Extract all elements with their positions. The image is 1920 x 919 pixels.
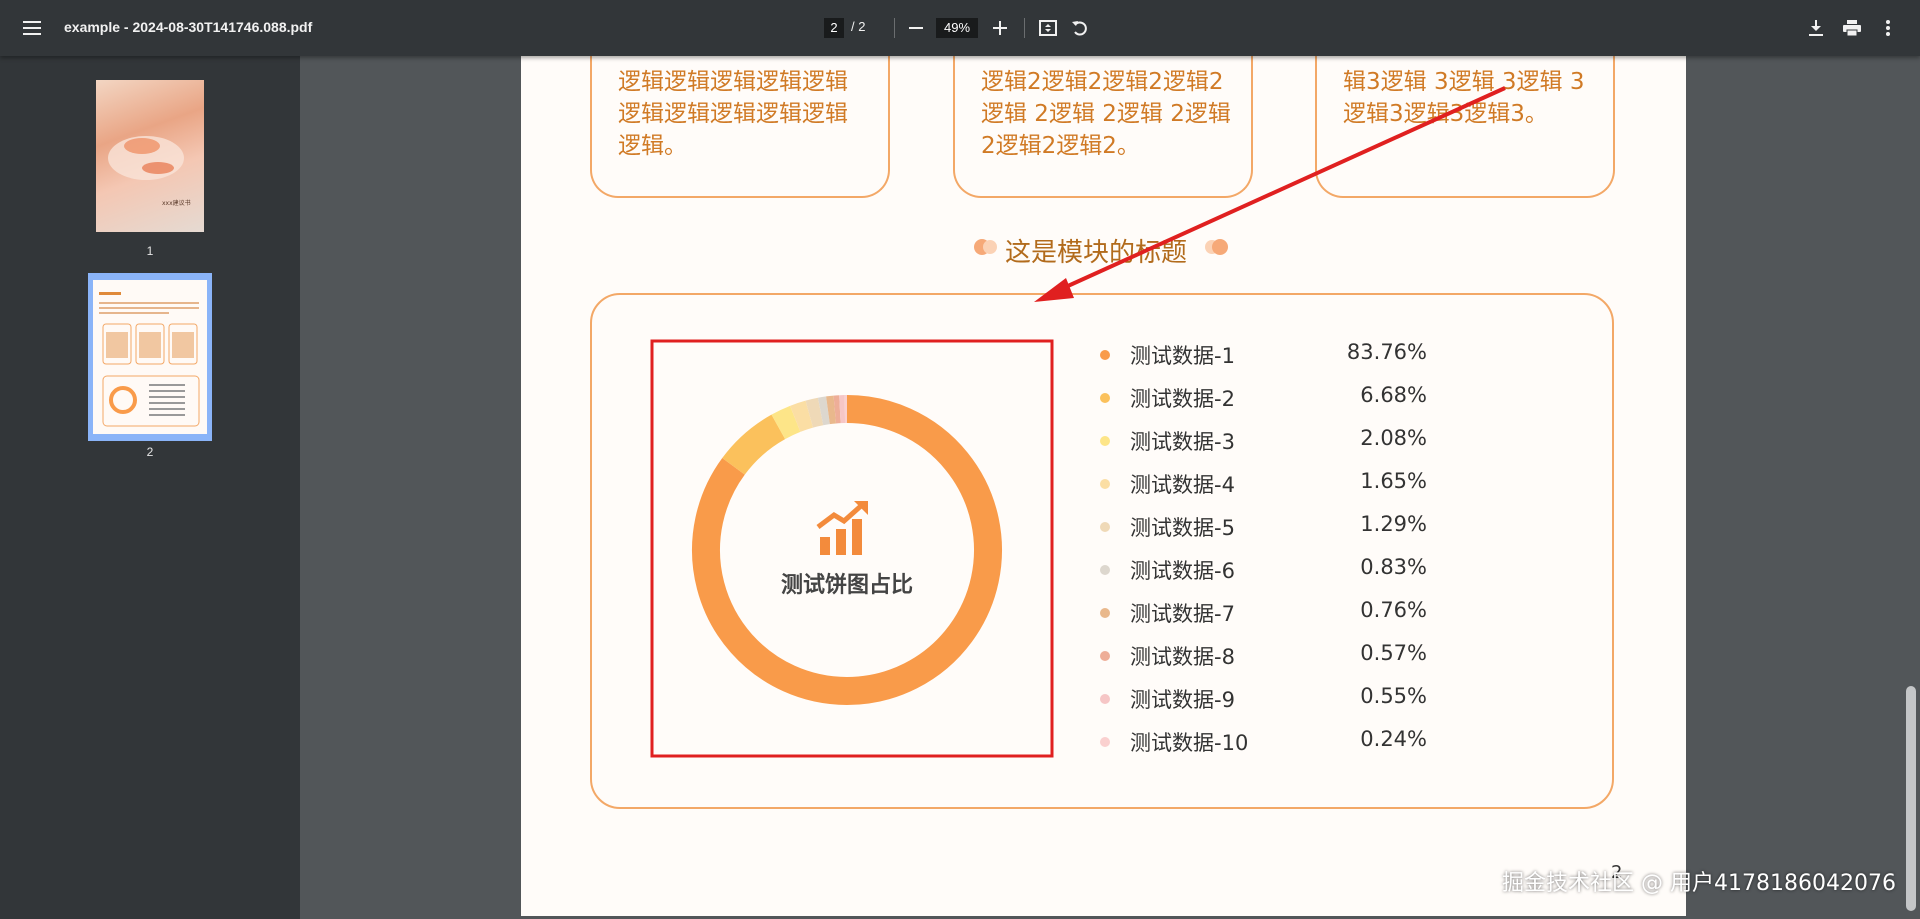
page-thumbnail-2[interactable] <box>88 273 212 441</box>
donut-slice-4 <box>790 400 814 432</box>
trend-chart-icon <box>816 501 868 555</box>
zoom-input[interactable]: 49% <box>936 18 978 38</box>
donut-slice-2 <box>722 414 786 475</box>
legend-item: 测试数据-10 0.24% <box>1100 727 1460 757</box>
donut-slice-7 <box>826 395 837 425</box>
card-1-text: 逻辑逻辑逻辑逻辑逻辑逻辑逻辑逻辑逻辑逻辑逻辑。 <box>618 69 848 159</box>
legend-dot <box>1100 479 1110 489</box>
print-icon[interactable] <box>1840 16 1864 40</box>
section-title: 这是模块的标题 <box>1005 238 1188 268</box>
legend-dot <box>1100 651 1110 661</box>
legend-dot <box>1100 350 1110 360</box>
chart-legend: 测试数据-1 83.76% 测试数据-2 6.68% 测试数据-3 2.08% 测试数据-4… <box>1100 340 1460 760</box>
watermark-text: 掘金技术社区 @ 用户4178186042076 <box>1502 871 1896 896</box>
page-thumbnail-1[interactable]: xxx建议书 <box>96 80 204 232</box>
legend-dot <box>1100 565 1110 575</box>
thumbnail-label-1: 1 <box>146 244 154 258</box>
legend-value: 0.83% <box>1360 555 1427 579</box>
download-icon[interactable] <box>1804 16 1828 40</box>
fit-page-icon[interactable] <box>1036 16 1060 40</box>
logic-card-3: 辑3逻辑 3逻辑 3逻辑 3逻辑3逻辑3逻辑3。 <box>1315 56 1615 198</box>
legend-dot <box>1100 694 1110 704</box>
chart-center-label: 测试饼图占比 <box>780 573 913 598</box>
legend-label: 测试数据-3 <box>1130 430 1235 454</box>
vertical-scrollbar[interactable] <box>1906 686 1916 911</box>
legend-item: 测试数据-1 83.76% <box>1100 340 1460 370</box>
legend-value: 2.08% <box>1360 426 1427 450</box>
legend-label: 测试数据-6 <box>1130 559 1235 583</box>
legend-value: 1.29% <box>1360 512 1427 536</box>
legend-dot <box>1100 737 1110 747</box>
card-3-text: 辑3逻辑 3逻辑 3逻辑 3逻辑3逻辑3逻辑3。 <box>1343 69 1585 127</box>
thumbnail-2-art <box>99 292 200 427</box>
legend-item: 测试数据-5 1.29% <box>1100 512 1460 542</box>
thumbnail-1-caption: xxx建议书 <box>162 200 191 207</box>
legend-label: 测试数据-10 <box>1130 731 1249 755</box>
section-title-decoration-left <box>974 239 997 255</box>
section-title-decoration-right <box>1205 239 1228 255</box>
card-2-text: 逻辑2逻辑2逻辑2逻辑2逻辑 2逻辑 2逻辑 2逻辑2逻辑2逻辑2。 <box>981 69 1231 159</box>
page-number-input[interactable]: 2 <box>824 18 844 38</box>
legend-dot <box>1100 608 1110 618</box>
donut-slice-5 <box>805 397 824 428</box>
legend-value: 0.24% <box>1360 727 1427 751</box>
chart-module-card: 测试饼图占比 测试数据-1 83.76% 测试数据-2 6.68% 测试数据-3 2.08… <box>590 293 1614 809</box>
zoom-out-icon[interactable] <box>904 18 928 38</box>
legend-item: 测试数据-3 2.08% <box>1100 426 1460 456</box>
legend-item: 测试数据-2 6.68% <box>1100 383 1460 413</box>
legend-label: 测试数据-2 <box>1130 387 1235 411</box>
logic-card-2: 逻辑2逻辑2逻辑2逻辑2逻辑 2逻辑 2逻辑 2逻辑2逻辑2逻辑2。 <box>953 56 1253 198</box>
document-title: example - 2024-08-30T141746.088.pdf <box>64 19 313 35</box>
legend-dot <box>1100 436 1110 446</box>
thumbnail-label-2: 2 <box>146 445 154 459</box>
legend-dot <box>1100 522 1110 532</box>
toolbar-divider <box>1024 18 1025 38</box>
zoom-in-icon[interactable] <box>988 18 1012 38</box>
pdf-page: 逻辑逻辑逻辑逻辑逻辑逻辑逻辑逻辑逻辑逻辑逻辑。 逻辑2逻辑2逻辑2逻辑2逻辑 2… <box>521 56 1686 916</box>
legend-item: 测试数据-8 0.57% <box>1100 641 1460 671</box>
donut-slice-3 <box>771 405 801 440</box>
legend-value: 83.76% <box>1346 340 1427 364</box>
toolbar-divider <box>894 18 895 38</box>
legend-item: 测试数据-6 0.83% <box>1100 555 1460 585</box>
page-total: / 2 <box>851 19 866 34</box>
legend-value: 1.65% <box>1360 469 1427 493</box>
legend-value: 0.55% <box>1360 684 1427 708</box>
thumbnail-1-art <box>108 136 184 180</box>
more-options-icon[interactable] <box>1876 16 1900 40</box>
legend-label: 测试数据-7 <box>1130 602 1235 626</box>
legend-item: 测试数据-7 0.76% <box>1100 598 1460 628</box>
pdf-toolbar: example - 2024-08-30T141746.088.pdf 2 / … <box>0 0 1920 56</box>
thumbnail-2-page <box>93 280 207 434</box>
rotate-icon[interactable] <box>1068 16 1092 40</box>
legend-dot <box>1100 393 1110 403</box>
legend-value: 6.68% <box>1360 383 1427 407</box>
legend-item: 测试数据-4 1.65% <box>1100 469 1460 499</box>
legend-value: 0.57% <box>1360 641 1427 665</box>
legend-label: 测试数据-8 <box>1130 645 1235 669</box>
legend-label: 测试数据-5 <box>1130 516 1235 540</box>
legend-label: 测试数据-9 <box>1130 688 1235 712</box>
legend-label: 测试数据-4 <box>1130 473 1235 497</box>
donut-slice-6 <box>817 396 830 426</box>
legend-item: 测试数据-9 0.55% <box>1100 684 1460 714</box>
legend-label: 测试数据-1 <box>1130 344 1235 368</box>
menu-icon[interactable] <box>20 16 44 40</box>
legend-value: 0.76% <box>1360 598 1427 622</box>
logic-card-1: 逻辑逻辑逻辑逻辑逻辑逻辑逻辑逻辑逻辑逻辑逻辑。 <box>590 56 890 198</box>
